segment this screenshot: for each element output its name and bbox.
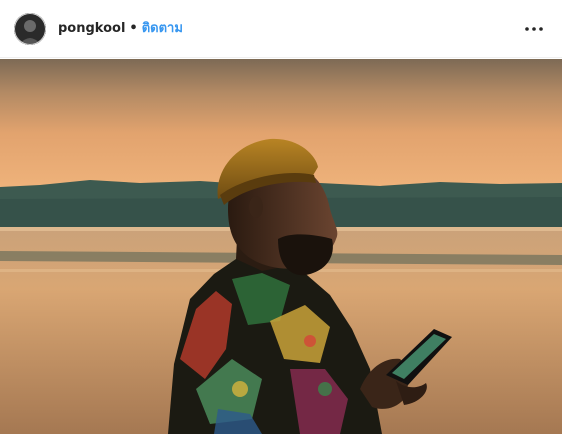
instagram-post: pongkool • ติดตาม	[0, 0, 562, 434]
username-link[interactable]: pongkool	[58, 20, 125, 38]
follow-button[interactable]: ติดตาม	[142, 20, 183, 38]
separator-dot: •	[129, 20, 138, 36]
post-photo[interactable]	[0, 59, 562, 434]
more-options-button[interactable]	[520, 15, 548, 43]
user-line: pongkool • ติดตาม	[58, 20, 183, 38]
avatar[interactable]	[14, 12, 46, 45]
post-header: pongkool • ติดตาม	[0, 0, 562, 58]
more-options-icon	[525, 26, 543, 31]
avatar-image	[14, 12, 46, 45]
